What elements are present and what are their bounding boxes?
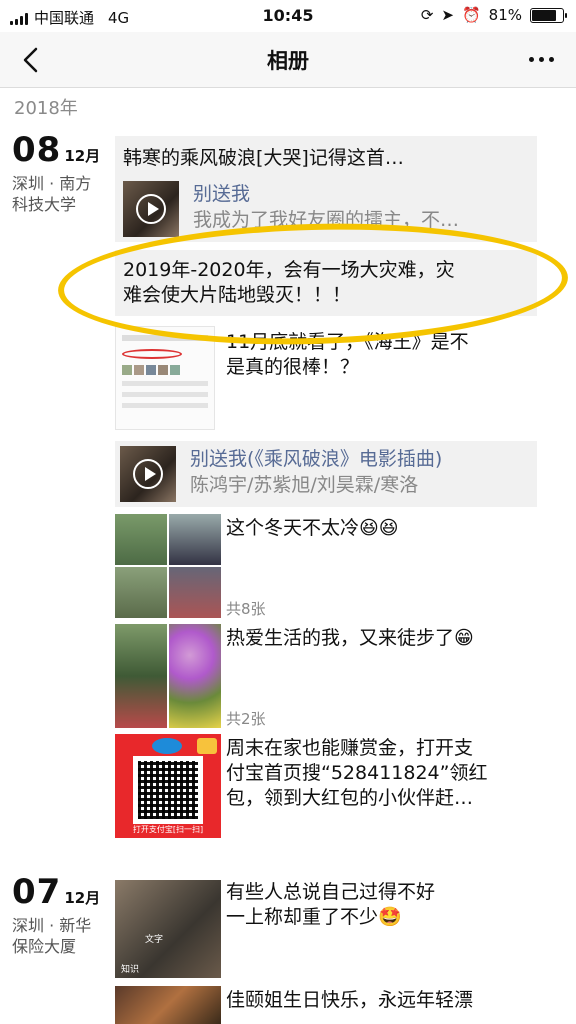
- play-icon: [136, 194, 166, 224]
- image-label: 知识: [121, 965, 140, 975]
- post-text-line: 付宝首页搜“528411824”领红: [226, 762, 488, 784]
- post-text-line: 包，领到大红包的小伙伴赶…: [226, 787, 474, 809]
- more-button[interactable]: [529, 57, 554, 62]
- date-month: 12月: [64, 147, 101, 165]
- year-header: 2018年: [14, 98, 78, 119]
- location-line: 保险大厦: [12, 937, 77, 956]
- location-line: 深圳 · 南方: [12, 174, 92, 193]
- photo: [115, 624, 167, 728]
- alarm-icon: ⏰: [461, 6, 481, 24]
- post-text: 韩寒的乘风破浪[大哭]记得这首…: [123, 147, 404, 169]
- post-image-thumb[interactable]: [115, 986, 221, 1024]
- image-label: 文字: [145, 935, 164, 945]
- date-month: 12月: [64, 889, 101, 907]
- music-cover: [120, 446, 176, 502]
- alipay-logo: [152, 738, 182, 754]
- location-icon: ➤: [441, 6, 454, 24]
- image-caption: 打开支付宝[扫一扫]: [132, 825, 204, 834]
- post-photo-grid[interactable]: [115, 514, 221, 618]
- music-title: 别送我(《乘风破浪》电影插曲): [190, 448, 443, 470]
- status-bar: 中国联通 4G 10:45 ⟳ ➤ ⏰ 81%: [0, 0, 576, 32]
- date-day: 07: [12, 872, 62, 912]
- post-text-block[interactable]: 热爱生活的我，又来徒步了😁: [226, 626, 536, 651]
- date-day: 08: [12, 130, 62, 170]
- post-text-line: 是真的很棒！？: [226, 356, 360, 378]
- date-group: 07 12月 深圳 · 新华 保险大厦: [12, 872, 112, 957]
- badge: [197, 738, 217, 754]
- music-title: 别送我: [193, 183, 251, 205]
- post-text-line: 佳颐姐生日快乐，永远年轻漂: [226, 989, 474, 1011]
- post-text-line: 一上称却重了不少🤩: [226, 906, 402, 928]
- photo-count: 共8张: [226, 600, 266, 618]
- post-text-block[interactable]: 这个冬天不太冷😆😆: [226, 516, 536, 541]
- post-text-line: 周末在家也能赚赏金，打开支: [226, 737, 474, 759]
- date-group: 08 12月 深圳 · 南方 科技大学: [12, 130, 112, 215]
- post-photo-grid[interactable]: [115, 624, 221, 728]
- post-text: 这个冬天不太冷😆😆: [226, 517, 399, 539]
- photo: [169, 514, 221, 565]
- music-subtitle: 陈鸿宇/苏紫旭/刘昊霖/寒洛: [190, 474, 419, 496]
- battery-percent: 81%: [488, 6, 522, 24]
- location-line: 深圳 · 新华: [12, 916, 92, 935]
- post-text: 热爱生活的我，又来徒步了😁: [226, 627, 474, 649]
- post-shared-music[interactable]: 别送我(《乘风破浪》电影插曲) 陈鸿宇/苏紫旭/刘昊霖/寒洛: [115, 441, 537, 507]
- photo: [169, 567, 221, 618]
- post-red-packet-image[interactable]: 打开支付宝[扫一扫]: [115, 734, 221, 838]
- post-image-thumb[interactable]: [115, 326, 215, 430]
- lock-rotation-icon: ⟳: [420, 6, 434, 24]
- post-image-thumb[interactable]: 文字 知识: [115, 880, 221, 978]
- post-text-block[interactable]: 有些人总说自己过得不好 一上称却重了不少🤩: [226, 880, 536, 930]
- post-text-line: 有些人总说自己过得不好: [226, 881, 436, 903]
- post-text-block[interactable]: 佳颐姐生日快乐，永远年轻漂: [226, 988, 536, 1013]
- play-icon: [133, 459, 163, 489]
- location-line: 科技大学: [12, 195, 77, 214]
- photo: [115, 567, 167, 618]
- nav-bar: 相册: [0, 32, 576, 88]
- post-text-block[interactable]: 周末在家也能赚赏金，打开支 付宝首页搜“528411824”领红 包，领到大红包…: [226, 736, 536, 811]
- battery-icon: [530, 7, 567, 23]
- music-cover: [123, 181, 179, 237]
- photo: [169, 624, 221, 728]
- photo-count: 共2张: [226, 710, 266, 728]
- page-title: 相册: [267, 49, 309, 73]
- photo: [115, 514, 167, 565]
- qr-code: [133, 756, 203, 824]
